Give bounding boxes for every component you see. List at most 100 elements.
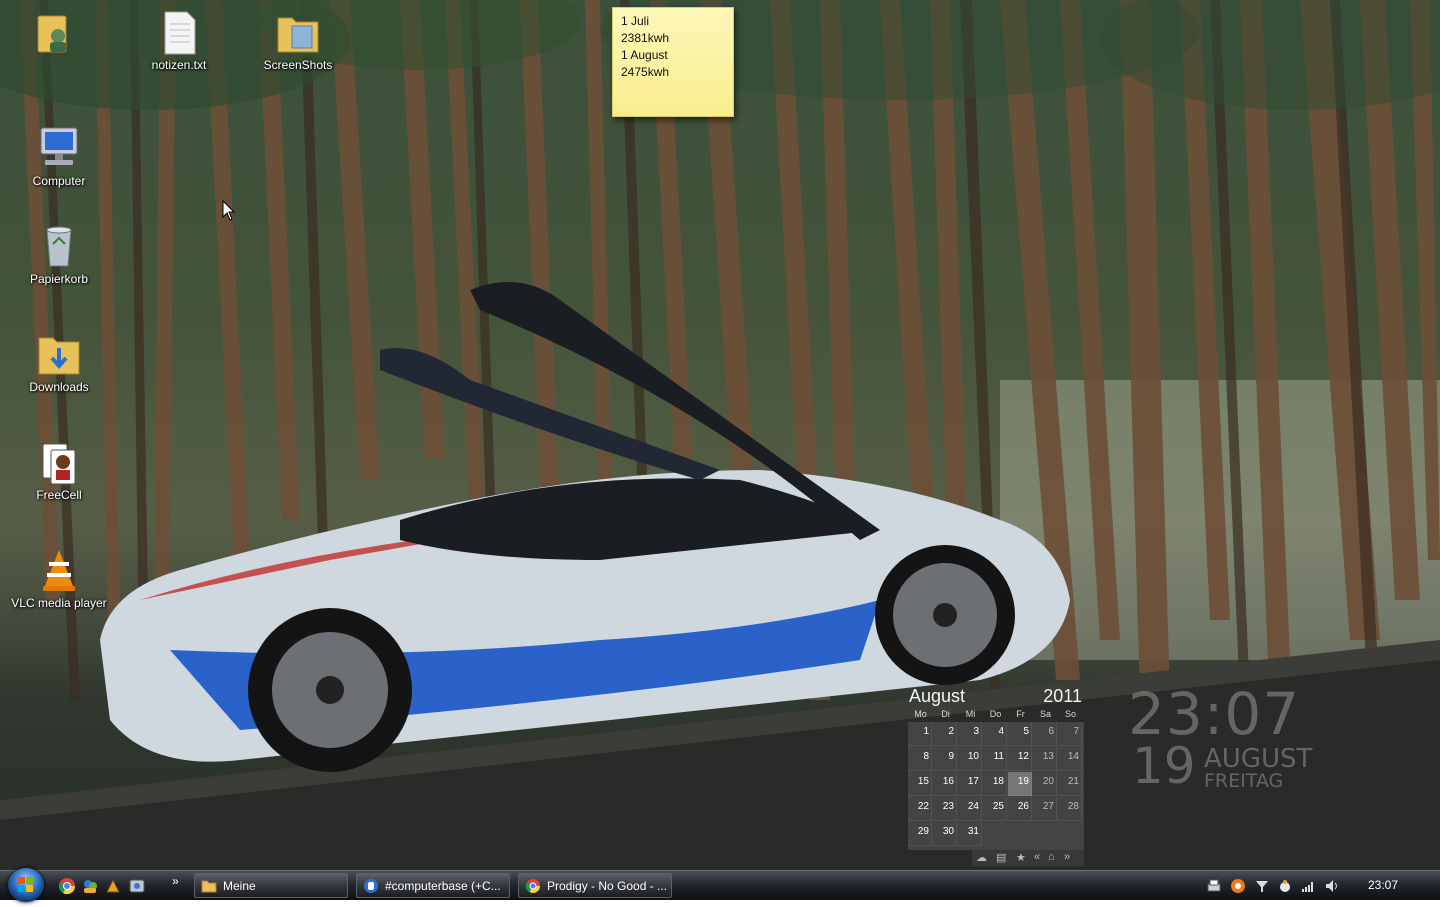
chrome-icon[interactable] xyxy=(58,877,76,895)
sticky-note-line: 1 August xyxy=(621,48,668,62)
calendar-day[interactable]: 21 xyxy=(1058,772,1082,796)
calendar-day[interactable]: 8 xyxy=(908,747,932,771)
windows-start-icon[interactable] xyxy=(8,868,44,902)
clock-gadget[interactable]: 23:07 19 AUGUST FREITAG xyxy=(1128,680,1348,800)
taskbar-button-label: #computerbase (+C... xyxy=(385,879,501,893)
calendar-gadget[interactable]: August 2011 Mo Di Mi Do Fr Sa So 1234567… xyxy=(908,686,1084,868)
folder-icon xyxy=(274,8,322,56)
freecell-icon xyxy=(35,438,83,486)
desktop-icon-freecell[interactable]: FreeCell xyxy=(11,438,107,502)
calendar-day[interactable]: 1 xyxy=(908,722,932,746)
calendar-weekday: Di xyxy=(941,709,950,719)
downloads-folder-icon xyxy=(35,330,83,378)
taskbar: » Meine #computerbase (+C... Prodigy - N… xyxy=(0,868,1440,902)
taskbar-button-label: Prodigy - No Good - ... xyxy=(547,879,668,893)
volume-icon[interactable] xyxy=(1324,878,1340,894)
recycle-bin-icon xyxy=(35,222,83,270)
calendar-day[interactable]: 13 xyxy=(1033,747,1057,771)
calendar-day[interactable]: 29 xyxy=(908,822,932,846)
clock-day: 19 xyxy=(1132,737,1196,795)
calendar-grid: 1 2 3 4 5 6 7 8 9 10 11 12 13 14 15 16 17 18 19 20 21 22 23 24 2… xyxy=(908,722,1084,850)
quick-launch-overflow[interactable]: » xyxy=(172,874,179,888)
next-icon[interactable]: » xyxy=(1064,851,1070,863)
desktop-icon-user-folder[interactable] xyxy=(8,8,104,58)
desktop-icon-label: notizen.txt xyxy=(151,58,207,72)
calendar-day[interactable]: 14 xyxy=(1058,747,1082,771)
user-folder-icon xyxy=(32,8,80,56)
home-icon[interactable]: ⌂ xyxy=(1048,851,1055,863)
calendar-year: 2011 xyxy=(1043,686,1082,706)
calendar-day[interactable]: 10 xyxy=(958,747,982,771)
calendar-day[interactable]: 12 xyxy=(1008,747,1032,771)
calendar-day[interactable]: 28 xyxy=(1058,797,1082,821)
calendar-day[interactable]: 17 xyxy=(958,772,982,796)
signal-bars-icon[interactable] xyxy=(1300,878,1316,894)
calendar-day[interactable]: 26 xyxy=(1008,797,1032,821)
sticky-note-line: 2381kwh xyxy=(621,31,670,45)
taskbar-clock[interactable]: 23:07 xyxy=(1368,878,1398,892)
desktop-icon-vlc[interactable]: VLC media player xyxy=(11,546,107,610)
calendar-day[interactable]: 11 xyxy=(983,747,1007,771)
winamp-icon[interactable] xyxy=(104,877,122,895)
gadget-icon[interactable] xyxy=(128,877,146,895)
network-activity-icon[interactable] xyxy=(1254,878,1270,894)
calendar-day[interactable]: 4 xyxy=(983,722,1007,746)
mouse-cursor-icon xyxy=(222,199,236,226)
calendar-day[interactable]: 31 xyxy=(958,822,982,846)
desktop-icon-downloads[interactable]: Downloads xyxy=(11,330,107,394)
desktop-icon-label: ScreenShots xyxy=(263,58,333,72)
desktop-icon-label: FreeCell xyxy=(36,488,82,502)
calendar-day[interactable]: 2 xyxy=(933,722,957,746)
sticky-note[interactable]: 1 Juli 2381kwh 1 August 2475kwh xyxy=(612,7,734,117)
irc-client-icon xyxy=(363,878,379,894)
desktop-icon-notizen[interactable]: notizen.txt xyxy=(131,8,227,72)
calendar-day[interactable]: 9 xyxy=(933,747,957,771)
calendar-day[interactable]: 7 xyxy=(1058,722,1082,746)
calendar-day[interactable]: 6 xyxy=(1033,722,1057,746)
desktop-icon-label: Downloads xyxy=(29,380,89,394)
calendar-weekday: Fr xyxy=(1016,709,1025,719)
calendar-toolbar: ☁ ▤ ★ « ⌂ » xyxy=(972,850,1084,866)
calendar-day[interactable]: 27 xyxy=(1033,797,1057,821)
text-file-icon xyxy=(155,8,203,56)
desktop-icon-label: Computer xyxy=(32,174,86,188)
star-icon[interactable]: ★ xyxy=(1016,851,1026,864)
desktop-icon-label: Papierkorb xyxy=(29,272,89,286)
calendar-day[interactable]: 23 xyxy=(933,797,957,821)
calendar-weekday: Do xyxy=(989,709,1002,719)
sticky-note-line: 2475kwh xyxy=(621,65,670,79)
printer-icon[interactable] xyxy=(1206,878,1222,894)
list-icon[interactable]: ▤ xyxy=(996,851,1006,864)
clock-weekday: FREITAG xyxy=(1204,770,1284,792)
desktop-icon-computer[interactable]: Computer xyxy=(11,124,107,188)
gadget-tray-icon[interactable] xyxy=(1277,878,1293,894)
desktop-icon-recycle-bin[interactable]: Papierkorb xyxy=(11,222,107,286)
calendar-weekday: Mi xyxy=(965,709,976,719)
calendar-day[interactable]: 15 xyxy=(908,772,932,796)
cloud-icon[interactable]: ☁ xyxy=(976,851,987,864)
calendar-day[interactable]: 18 xyxy=(983,772,1007,796)
calendar-day[interactable]: 25 xyxy=(983,797,1007,821)
avast-icon[interactable] xyxy=(1230,878,1246,894)
desktop-icon-screenshots[interactable]: ScreenShots xyxy=(250,8,346,72)
calendar-day[interactable]: 22 xyxy=(908,797,932,821)
previous-icon[interactable]: « xyxy=(1034,851,1040,863)
calendar-day[interactable]: 20 xyxy=(1033,772,1057,796)
taskbar-button-irc[interactable]: #computerbase (+C... xyxy=(356,873,510,898)
taskbar-button-meine[interactable]: Meine xyxy=(194,873,348,898)
calendar-day[interactable]: 3 xyxy=(958,722,982,746)
calendar-day[interactable]: 5 xyxy=(1008,722,1032,746)
calendar-day[interactable]: 16 xyxy=(933,772,957,796)
calendar-weekday: Sa xyxy=(1039,709,1051,719)
calendar-day[interactable]: 19 xyxy=(1008,772,1032,796)
chrome-icon xyxy=(525,878,541,894)
sticky-note-line: 1 Juli xyxy=(621,14,650,28)
desktop-icon-label: VLC media player xyxy=(11,596,107,610)
calendar-day[interactable]: 24 xyxy=(958,797,982,821)
vlc-icon xyxy=(35,546,83,594)
calendar-day[interactable]: 30 xyxy=(933,822,957,846)
messenger-icon[interactable] xyxy=(81,877,99,895)
calendar-month: August xyxy=(909,686,966,706)
taskbar-button-chrome[interactable]: Prodigy - No Good - ... xyxy=(518,873,672,898)
calendar-weekday: Mo xyxy=(914,709,927,719)
